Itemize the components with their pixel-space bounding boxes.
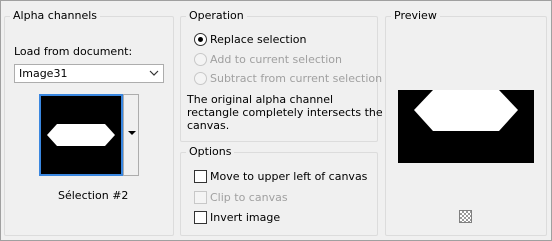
replace-selection-label[interactable]: Replace selection <box>210 33 306 46</box>
move-to-upper-left-checkbox[interactable] <box>194 170 207 183</box>
clip-to-canvas-checkbox[interactable] <box>194 191 207 204</box>
document-select[interactable]: Image31 <box>14 64 164 83</box>
replace-selection-radio[interactable] <box>194 33 207 46</box>
clip-to-canvas-label[interactable]: Clip to canvas <box>210 191 288 204</box>
alpha-channels-title: Alpha channels <box>10 9 101 22</box>
subtract-selection-label[interactable]: Subtract from current selection <box>210 72 382 85</box>
add-selection-label[interactable]: Add to current selection <box>210 53 342 66</box>
subtract-selection-radio[interactable] <box>194 72 207 85</box>
invert-image-label[interactable]: Invert image <box>210 211 280 224</box>
hexagon-shape-preview <box>414 90 518 131</box>
info-text-line3: canvas. <box>187 119 230 132</box>
info-text-line2: rectangle completely intersects the <box>187 106 383 119</box>
load-from-document-label: Load from document: <box>14 45 133 58</box>
options-title: Options <box>186 145 235 158</box>
checkerboard-icon[interactable] <box>459 210 472 223</box>
arrow-down-icon <box>128 131 136 135</box>
invert-image-checkbox[interactable] <box>194 211 207 224</box>
move-to-upper-left-label[interactable]: Move to upper left of canvas <box>210 170 367 183</box>
hexagon-shape-thumbnail <box>47 124 115 146</box>
alpha-channel-thumbnail[interactable] <box>39 94 123 176</box>
document-select-value: Image31 <box>19 67 68 80</box>
add-selection-radio[interactable] <box>194 53 207 66</box>
selection-name-label: Sélection #2 <box>58 189 129 202</box>
info-text-line1: The original alpha channel <box>187 93 334 106</box>
operation-title: Operation <box>186 9 247 22</box>
preview-canvas <box>398 90 534 163</box>
thumbnail-menu-button[interactable] <box>123 94 139 176</box>
preview-title: Preview <box>391 9 440 22</box>
chevron-down-icon <box>149 70 159 76</box>
